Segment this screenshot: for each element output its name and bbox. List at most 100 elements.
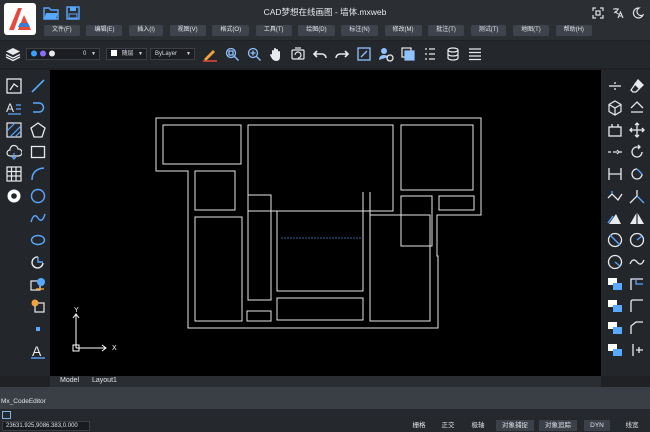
otrack-toggle[interactable]: 对象追踪 (539, 420, 577, 431)
zoom-window-icon[interactable] (224, 46, 240, 62)
donut-icon[interactable] (6, 188, 22, 204)
theme-toggle-icon[interactable] (632, 7, 645, 19)
pan-hand-icon[interactable] (268, 46, 284, 62)
explode-icon[interactable] (629, 276, 645, 292)
layer-select[interactable]: 0 ▼ (26, 48, 100, 60)
layers-icon[interactable] (5, 46, 21, 62)
layer-value: 0 (83, 51, 87, 57)
table-icon[interactable] (6, 166, 22, 182)
tab-layout1[interactable]: Layout1 (92, 377, 117, 384)
hatch-icon[interactable] (6, 122, 22, 138)
redo-icon[interactable] (334, 46, 350, 62)
user-settings-icon[interactable] (378, 46, 394, 62)
lineweight-toggle[interactable]: 线宽 (618, 420, 646, 431)
text-icon[interactable]: A (6, 100, 22, 116)
break-icon[interactable] (607, 210, 623, 226)
erase-icon[interactable] (629, 78, 645, 94)
make-block-icon[interactable] (30, 298, 46, 314)
spline-icon[interactable] (30, 210, 46, 226)
osnap-toggle[interactable]: 对象捕捉 (496, 420, 534, 431)
trim-icon[interactable] (607, 188, 623, 204)
select-window-icon[interactable] (356, 46, 372, 62)
ellipse-icon[interactable] (30, 232, 46, 248)
join-icon[interactable] (629, 210, 645, 226)
edit-polyline-icon[interactable] (629, 320, 645, 336)
line-icon[interactable] (6, 78, 22, 94)
menu-annotate[interactable]: 批注(T) (428, 25, 464, 36)
fullscreen-icon[interactable] (592, 7, 604, 19)
ortho-toggle[interactable]: 正交 (436, 420, 460, 431)
ellipse-arc-icon[interactable] (30, 254, 46, 270)
arc-icon[interactable] (30, 100, 46, 116)
room (194, 170, 236, 211)
draw-order-icon[interactable] (607, 342, 623, 358)
insert-block-icon[interactable] (30, 276, 46, 292)
stretch-icon[interactable] (607, 166, 623, 182)
color-select[interactable]: 随层 ▼ (106, 48, 147, 60)
database-icon[interactable] (445, 46, 461, 62)
point-icon[interactable] (30, 321, 46, 337)
divide-icon[interactable] (629, 342, 645, 358)
scale-icon[interactable] (629, 166, 645, 182)
code-editor-bar[interactable]: Mx_CodeEditor (0, 387, 650, 409)
room (246, 310, 272, 322)
menu-draw[interactable]: 绘图(D) (298, 25, 335, 36)
menu-insert[interactable]: 插入(I) (129, 25, 163, 36)
wall-segment (369, 192, 394, 215)
translate-icon[interactable] (612, 7, 624, 19)
linetype-select[interactable]: ByLayer ▼ (150, 48, 195, 60)
command-line-icon[interactable] (2, 411, 11, 419)
circle-icon[interactable] (30, 188, 46, 204)
dyn-toggle[interactable]: DYN (584, 420, 610, 431)
wall-segment (276, 192, 364, 292)
menu-format[interactable]: 格式(O) (212, 25, 250, 36)
array-icon[interactable] (607, 144, 623, 160)
menu-file[interactable]: 文件(F) (44, 25, 80, 36)
measure-circle-icon[interactable] (607, 254, 623, 270)
wave-icon[interactable] (629, 254, 645, 270)
chevron-down-icon: ▼ (138, 51, 143, 57)
rotate-icon[interactable] (629, 144, 645, 160)
zoom-extents-icon[interactable] (246, 46, 262, 62)
copy-blocks-icon[interactable] (607, 276, 623, 292)
undo-icon[interactable] (312, 46, 328, 62)
mtext-icon[interactable]: A (30, 343, 46, 359)
regenerate-icon[interactable] (290, 46, 306, 62)
polyline-icon[interactable] (30, 78, 46, 94)
group-icon[interactable] (607, 320, 623, 336)
menu-edit[interactable]: 编辑(E) (86, 25, 123, 36)
menu-test[interactable]: 测试(T) (470, 25, 507, 36)
spline-arc-icon[interactable] (30, 166, 46, 182)
fillet-icon[interactable] (629, 232, 645, 248)
drawing-canvas[interactable]: Y X (50, 70, 601, 376)
list-icon[interactable] (467, 46, 483, 62)
extend-icon[interactable] (629, 188, 645, 204)
cloud-icon[interactable] (6, 144, 23, 160)
rectangle-icon[interactable] (30, 144, 46, 160)
polar-toggle[interactable]: 极轴 (466, 420, 490, 431)
menu-dimension[interactable]: 标注(N) (341, 25, 378, 36)
menu-view[interactable]: 视图(V) (169, 25, 206, 36)
copy-icon[interactable] (607, 100, 623, 116)
menu-help[interactable]: 帮助(H) (555, 25, 592, 36)
title-bar: CAD梦想在线画图 - 墙体.mxweb 文件(F) 编辑(E) 插入(I) 视… (0, 0, 650, 40)
erase-line-icon[interactable] (607, 78, 623, 94)
tab-model[interactable]: Model (60, 377, 79, 384)
menu-modify[interactable]: 修改(M) (384, 25, 422, 36)
floor-plan-drawing: Y X (72, 117, 482, 352)
mirror-icon[interactable] (607, 122, 623, 138)
lengthen-icon[interactable] (629, 298, 645, 314)
layer-manager-icon[interactable] (400, 46, 416, 62)
menu-map[interactable]: 地图(T) (513, 25, 549, 36)
move-icon[interactable] (629, 122, 645, 138)
ucs-axis-icon (72, 313, 107, 352)
offset-icon[interactable] (629, 100, 645, 116)
menu-tools[interactable]: 工具(T) (255, 25, 292, 36)
chevron-down-icon: ▼ (91, 51, 96, 57)
align-icon[interactable] (607, 298, 623, 314)
grid-toggle[interactable]: 栅格 (407, 420, 431, 431)
properties-icon[interactable] (422, 46, 438, 62)
match-properties-icon[interactable] (202, 46, 218, 62)
chamfer-icon[interactable] (607, 232, 623, 248)
polygon-icon[interactable] (30, 122, 46, 138)
